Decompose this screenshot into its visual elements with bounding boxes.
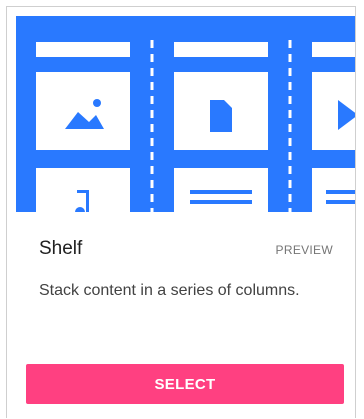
shelf-illustration (36, 40, 355, 212)
column-header-bar (312, 42, 355, 57)
card-title: Shelf (39, 238, 83, 259)
select-button[interactable]: SELECT (26, 364, 344, 404)
shelf-thumbnail (16, 16, 355, 212)
preview-badge: PREVIEW (275, 243, 333, 257)
document-icon (210, 100, 232, 132)
card-description: Stack content in a series of columns. (39, 282, 300, 299)
tile (36, 72, 130, 150)
column-header-bar (36, 42, 130, 57)
template-card[interactable]: Shelf PREVIEW Stack content in a series … (6, 6, 356, 418)
column-header-bar (174, 42, 268, 57)
